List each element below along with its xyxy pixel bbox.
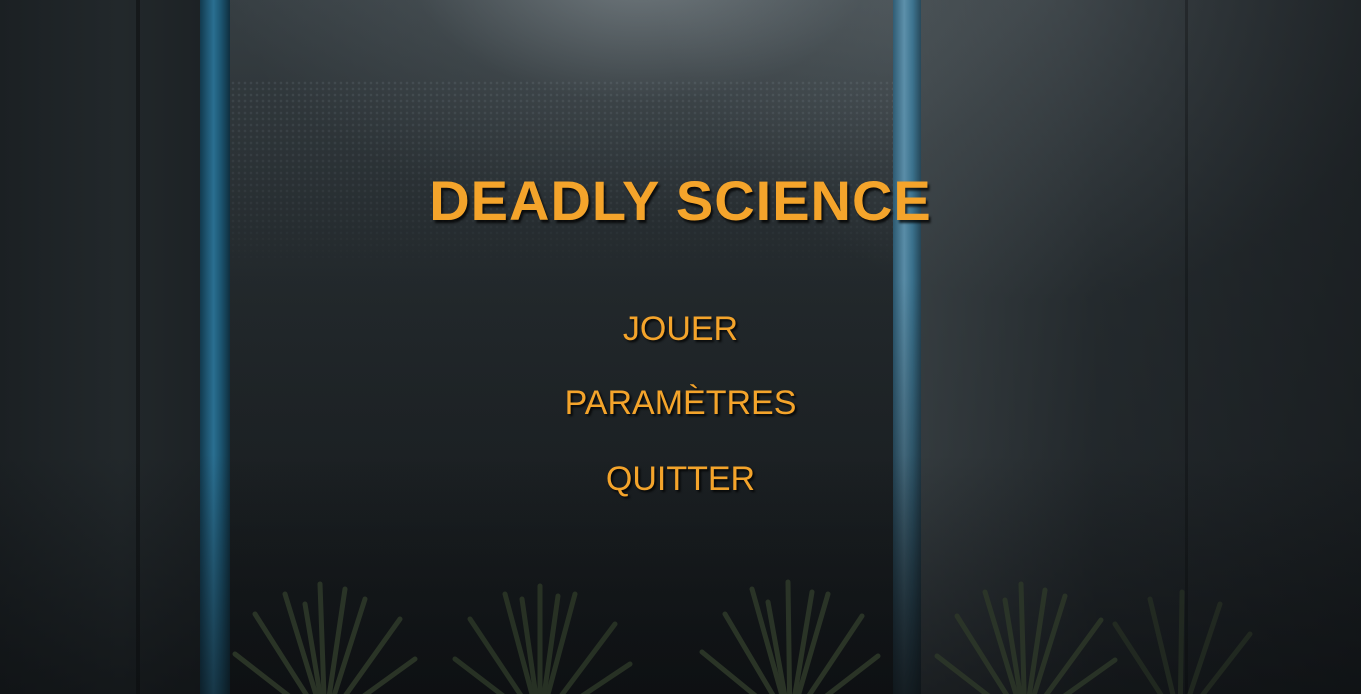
play-button[interactable]: JOUER xyxy=(0,309,1361,349)
quit-button-label: QUITTER xyxy=(605,460,756,498)
settings-button-label: PARAMÈTRES xyxy=(564,384,797,422)
main-menu: DEADLY SCIENCE JOUER PARAMÈTRES QUITTER xyxy=(0,0,1361,694)
game-title: DEADLY SCIENCE xyxy=(429,169,932,232)
main-menu-scene: DEADLY SCIENCE JOUER PARAMÈTRES QUITTER xyxy=(0,0,1361,694)
settings-button[interactable]: PARAMÈTRES xyxy=(0,383,1361,423)
play-button-label: JOUER xyxy=(622,310,739,348)
quit-button[interactable]: QUITTER xyxy=(0,459,1361,499)
